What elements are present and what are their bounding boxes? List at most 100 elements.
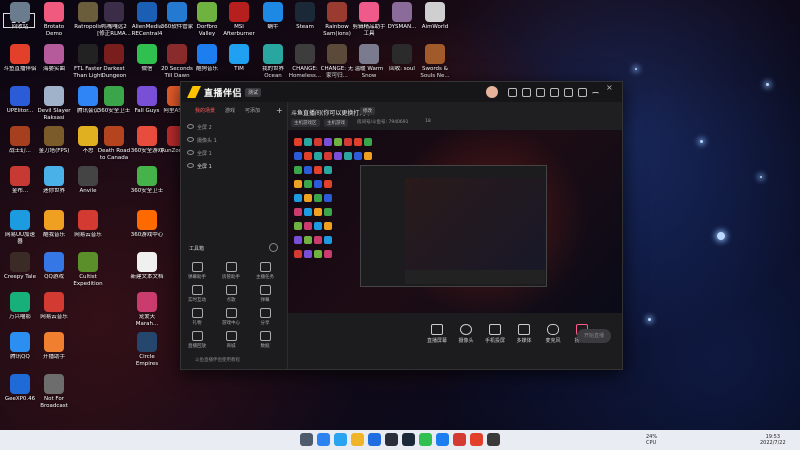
desktop-icon[interactable]: 迷你世界	[37, 166, 71, 195]
desktop-icon[interactable]: 360安全卫士	[97, 86, 131, 115]
desktop-icon[interactable]: 斗鱼直播伴侣	[3, 44, 37, 73]
desktop-icon[interactable]: CHANGE: Homeless...	[288, 44, 322, 79]
camera-button[interactable]: 摄像头	[453, 324, 479, 344]
source-row[interactable]: 全屏 1	[187, 163, 212, 170]
desktop-icon[interactable]: Rainbow Sam(ions)	[320, 2, 354, 37]
desktop-icon[interactable]: Cultist Expedition	[71, 252, 105, 287]
taskbar-app-icon[interactable]	[368, 433, 381, 446]
desktop-icon[interactable]: Darkest Dungeon	[97, 44, 131, 79]
desktop-icon[interactable]: 蜗牛	[256, 2, 290, 31]
eye-icon[interactable]	[187, 137, 194, 142]
desktop-icon[interactable]: Steam	[288, 2, 322, 31]
taskbar-app-icon[interactable]	[402, 433, 415, 446]
tool-item[interactable]: 直播回放	[185, 331, 209, 349]
category-pill[interactable]: 主机游戏区	[291, 119, 320, 127]
taskbar-app-icon[interactable]	[334, 433, 347, 446]
desktop-icon[interactable]: 温暖 Warm Snow	[352, 44, 386, 79]
desktop-icon[interactable]: Not For Broadcast	[37, 374, 71, 409]
desktop-icon[interactable]: 回收站	[3, 2, 37, 31]
taskbar-app-icon[interactable]	[470, 433, 483, 446]
desktop-icon[interactable]: 宠爱天 Marah...	[130, 292, 164, 327]
phone-cast-button[interactable]: 手机投屏	[482, 324, 508, 344]
close-icon[interactable]: ×	[606, 83, 613, 95]
desktop-icon[interactable]: TIM	[222, 44, 256, 73]
tool-item[interactable]: 房管助手	[219, 262, 243, 280]
desktop-icon[interactable]: AlienMedia RECentral4	[130, 2, 164, 37]
clock[interactable]: 19:53 2022/7/22	[760, 434, 786, 446]
eye-icon[interactable]	[187, 124, 194, 129]
menu-icon[interactable]	[578, 88, 587, 97]
desktop-icon[interactable]: QQ游戏	[37, 252, 71, 281]
tool-item[interactable]: 商城	[219, 331, 243, 349]
desktop-icon[interactable]: 腾讯QQ	[3, 332, 37, 361]
taskbar-app-icon[interactable]	[419, 433, 432, 446]
desktop-icon[interactable]: 360游戏中心	[130, 210, 164, 239]
category-pill[interactable]: 主机游戏	[324, 119, 348, 127]
eye-icon[interactable]	[187, 163, 194, 168]
tool-item[interactable]: 礼物	[185, 308, 209, 326]
eye-icon[interactable]	[187, 150, 194, 155]
tool-item[interactable]: 点歌	[219, 285, 243, 303]
desktop-icon[interactable]: 360安全卫士	[130, 166, 164, 195]
desktop-icon[interactable]: DYSMAN...	[385, 2, 419, 31]
taskbar-app-icon[interactable]	[351, 433, 364, 446]
stream-title[interactable]: 斗鱼直播间(你可以更换打到!)	[291, 108, 370, 117]
tutorial-link[interactable]: 斗鱼直播伴侣使用教程	[195, 357, 240, 363]
tool-item[interactable]: 实时互动	[185, 285, 209, 303]
desktop-icon[interactable]: Anvile	[71, 166, 105, 195]
cpu-usage[interactable]: 24% CPU	[646, 434, 657, 446]
message-icon[interactable]	[508, 88, 517, 97]
desktop-icon[interactable]: 万兴喵影	[3, 292, 37, 321]
avatar[interactable]	[486, 86, 498, 98]
source-row[interactable]: 全屏 2	[187, 124, 212, 131]
desktop-icon[interactable]: 剪辑精品助手工具	[352, 2, 386, 37]
desktop-icon[interactable]: GeeXP0.46	[3, 374, 37, 403]
source-row[interactable]: 摄像头 1	[187, 137, 217, 144]
desktop-icon[interactable]: Creepy Tale	[3, 252, 37, 281]
shirt-icon[interactable]	[536, 88, 545, 97]
desktop-icon[interactable]: UPElitor...	[3, 86, 37, 115]
tool-item[interactable]: 游戏中心	[219, 308, 243, 326]
desktop-icon[interactable]: 网易云音乐	[37, 292, 71, 321]
desktop-icon[interactable]: 金布...	[3, 166, 37, 195]
taskbar-app-icon[interactable]	[487, 433, 500, 446]
desktop-icon[interactable]: 网易UU加速器	[3, 210, 37, 245]
streaming-app-window[interactable]: 直播伴侣 测试 × 我的场景 游戏 可添加 + 全屏 2 摄像头 1 全屏 1 …	[180, 81, 623, 370]
minimize-icon[interactable]	[592, 92, 599, 100]
app-titlebar[interactable]: 直播伴侣 测试 ×	[181, 82, 622, 102]
desktop-icon[interactable]: 我的世界 Ocean	[256, 44, 290, 79]
desktop-icon[interactable]: Circle Empires	[130, 332, 164, 367]
desktop-icon[interactable]: Fall Guys	[130, 86, 164, 115]
source-row[interactable]: 全屏 1	[187, 150, 212, 157]
desktop-icon[interactable]: CHANGE: 无家可归...	[320, 44, 354, 79]
desktop-icon[interactable]: 20 Seconds Till Dawn	[160, 44, 194, 79]
tool-item[interactable]: 弹幕助手	[185, 262, 209, 280]
desktop-icon[interactable]: AimWorld	[418, 2, 452, 31]
desktop-icon[interactable]: Death Road to Canada	[97, 126, 131, 161]
microphone-button[interactable]: 麦克风	[540, 324, 566, 344]
desktop-icon[interactable]: 网易云音乐	[71, 210, 105, 239]
desktop-icon[interactable]: 金刀塔(FPS)	[37, 126, 71, 155]
tab-game[interactable]: 游戏	[225, 107, 235, 114]
desktop-icon[interactable]: 战士幻...	[3, 126, 37, 155]
taskbar-app-icon[interactable]	[385, 433, 398, 446]
record-icon[interactable]	[522, 88, 531, 97]
add-scene-button[interactable]: +	[276, 106, 283, 115]
start-live-button[interactable]: 开始直播	[577, 329, 611, 343]
taskbar-app-icon[interactable]	[317, 433, 330, 446]
help-icon[interactable]	[269, 243, 278, 252]
stream-preview[interactable]	[288, 130, 622, 313]
taskbar-app-icon[interactable]	[453, 433, 466, 446]
desktop-icon[interactable]: 新建文本文档	[130, 252, 164, 281]
tab-addable[interactable]: 可添加	[245, 107, 260, 114]
desktop-icon[interactable]: 酷狗音乐	[190, 44, 224, 73]
desktop-icon[interactable]: 360安全游戏	[130, 126, 164, 155]
edit-title-button[interactable]: 修改	[360, 107, 375, 115]
tool-item[interactable]: 分享	[253, 308, 277, 326]
tool-item[interactable]: 数据	[253, 331, 277, 349]
desktop-icon[interactable]: 微信	[130, 44, 164, 73]
desktop-icon[interactable]: 酷我音乐	[37, 210, 71, 239]
tab-my-scenes[interactable]: 我的场景	[195, 107, 215, 114]
taskbar-app-icon[interactable]	[300, 433, 313, 446]
settings-icon[interactable]	[550, 88, 559, 97]
